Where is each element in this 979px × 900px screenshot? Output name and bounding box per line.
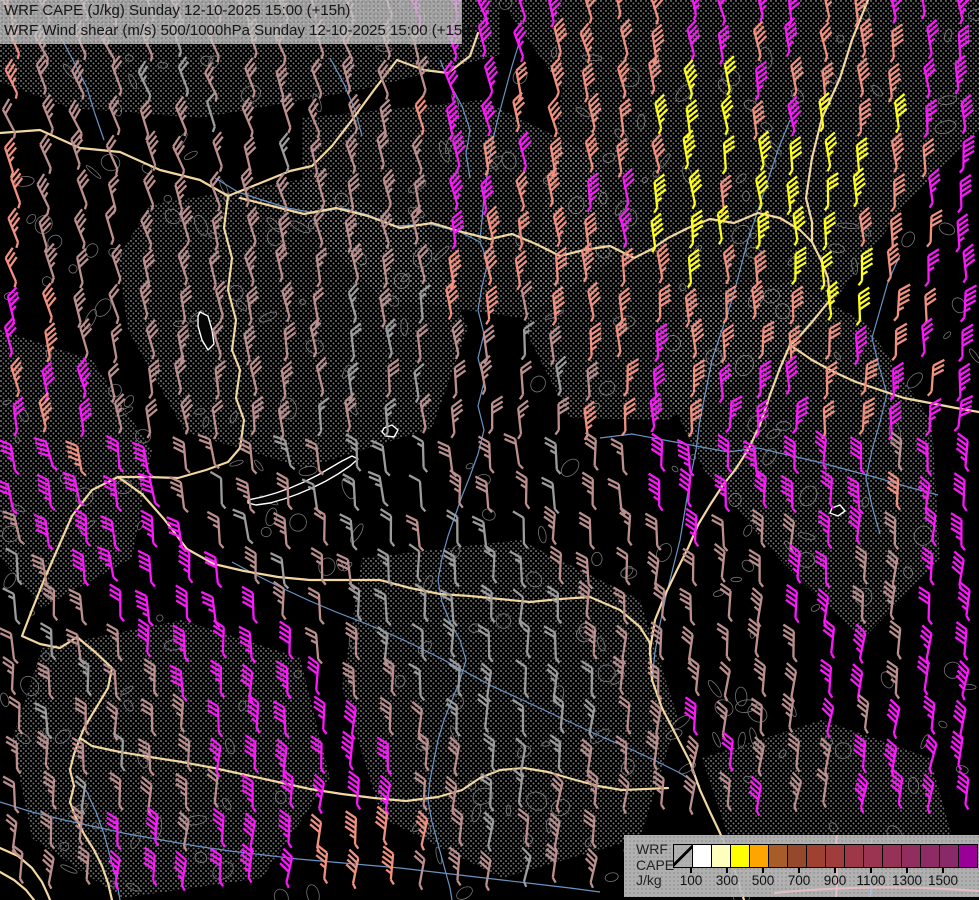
legend-swatch — [920, 844, 940, 868]
legend-swatch — [806, 844, 826, 868]
title-bar: WRF CAPE (J/kg) Sunday 12-10-2025 15:00 … — [0, 0, 462, 44]
legend-swatch — [749, 844, 769, 868]
legend-swatch — [768, 844, 788, 868]
legend-tick-label: 1100 — [856, 873, 885, 888]
legend-panel: WRF CAPE J/kg 100 300 500 700 900 1100 1300 150… — [624, 835, 979, 897]
legend-tick-label: 300 — [716, 873, 739, 888]
legend-swatch — [692, 844, 712, 868]
legend-swatch — [730, 844, 750, 868]
legend-swatch — [901, 844, 921, 868]
legend-label-line: WRF — [636, 842, 674, 858]
title-line-1: WRF CAPE (J/kg) Sunday 12-10-2025 15:00 … — [4, 1, 458, 21]
legend-tick-label: 900 — [824, 873, 847, 888]
weather-map-page: WRF CAPE (J/kg) Sunday 12-10-2025 15:00 … — [0, 0, 979, 900]
legend-color-scale — [673, 844, 978, 868]
legend-swatch — [844, 844, 864, 868]
legend-swatch — [958, 844, 978, 868]
legend-tick-label: 1300 — [892, 873, 922, 888]
legend-swatch — [787, 844, 807, 868]
legend-swatch-no-data — [673, 844, 693, 868]
legend-label: WRF CAPE J/kg — [636, 842, 674, 889]
legend-swatch — [711, 844, 731, 868]
legend-tick-label: 1500 — [928, 873, 958, 888]
legend-swatch — [882, 844, 902, 868]
legend-tick-label: 500 — [752, 873, 775, 888]
legend-tick-label: 100 — [680, 873, 703, 888]
legend-swatch — [939, 844, 959, 868]
weather-map — [0, 0, 979, 900]
legend-label-line: J/kg — [636, 873, 674, 889]
legend-tick-label: 700 — [788, 873, 811, 888]
legend-label-line: CAPE — [636, 858, 674, 874]
legend-swatch — [825, 844, 845, 868]
legend-swatch — [863, 844, 883, 868]
title-line-2: WRF Wind shear (m/s) 500/1000hPa Sunday … — [4, 21, 458, 41]
